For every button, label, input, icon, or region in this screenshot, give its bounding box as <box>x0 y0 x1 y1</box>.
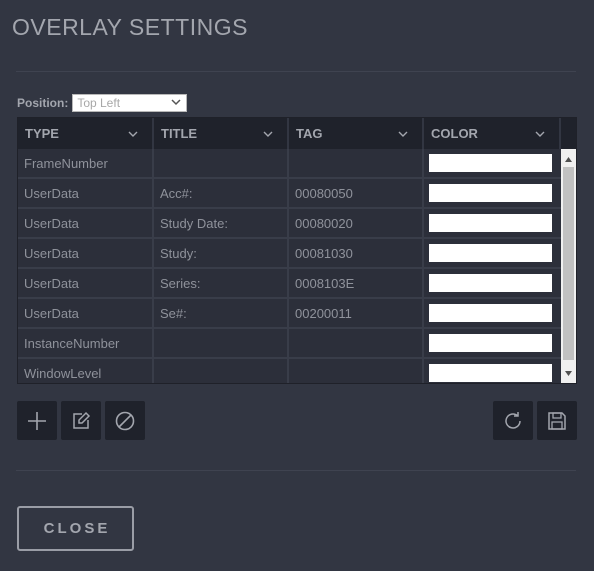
title-cell: Se#: <box>154 299 289 327</box>
chevron-down-icon[interactable] <box>263 129 273 139</box>
plus-icon <box>28 411 46 430</box>
color-cell <box>424 359 561 383</box>
table-row[interactable]: UserData Series: 0008103E <box>18 269 561 299</box>
tag-cell: 0008103E <box>289 269 424 297</box>
close-button[interactable]: CLOSE <box>17 506 134 551</box>
tag-cell: 00200011 <box>289 299 424 327</box>
title-cell <box>154 329 289 357</box>
tag-cell <box>289 329 424 357</box>
add-button[interactable] <box>17 401 57 440</box>
caret-up-icon <box>565 156 572 162</box>
color-swatch[interactable] <box>429 214 552 232</box>
title-cell: Study: <box>154 239 289 267</box>
position-select-value: Top Left <box>77 96 121 110</box>
tag-cell: 00080020 <box>289 209 424 237</box>
color-swatch[interactable] <box>429 334 552 352</box>
title-cell: Series: <box>154 269 289 297</box>
bottom-divider <box>16 470 576 471</box>
disable-icon <box>115 411 135 430</box>
tag-cell: 00080050 <box>289 179 424 207</box>
disable-button[interactable] <box>105 401 145 440</box>
edit-icon <box>73 411 91 429</box>
column-header-type[interactable]: TYPE <box>18 118 154 149</box>
chevron-down-icon[interactable] <box>398 129 408 139</box>
title-cell: Acc#: <box>154 179 289 207</box>
column-header-label: TAG <box>296 126 323 141</box>
table-row[interactable]: InstanceNumber <box>18 329 561 359</box>
tag-cell <box>289 149 424 177</box>
edit-button[interactable] <box>61 401 101 440</box>
column-header-color[interactable]: COLOR <box>424 118 561 149</box>
color-cell <box>424 209 561 237</box>
chevron-down-icon <box>171 99 181 106</box>
type-cell: UserData <box>18 299 154 327</box>
column-header-label: TITLE <box>161 126 198 141</box>
type-cell: UserData <box>18 269 154 297</box>
color-cell <box>424 269 561 297</box>
position-select[interactable]: Top Left <box>72 94 188 112</box>
type-cell: InstanceNumber <box>18 329 154 357</box>
type-cell: UserData <box>18 209 154 237</box>
color-swatch[interactable] <box>429 154 552 172</box>
chevron-down-icon[interactable] <box>535 129 545 139</box>
color-cell <box>424 329 561 357</box>
overlay-grid: TYPE TITLE TAG COLOR FrameNumber UserDat… <box>17 117 577 384</box>
table-row[interactable]: UserData Study: 00081030 <box>18 239 561 269</box>
color-cell <box>424 239 561 267</box>
column-header-tag[interactable]: TAG <box>289 118 424 149</box>
type-cell: FrameNumber <box>18 149 154 177</box>
refresh-button[interactable] <box>493 401 533 440</box>
chevron-down-icon[interactable] <box>128 129 138 139</box>
color-swatch[interactable] <box>429 364 552 382</box>
save-button[interactable] <box>537 401 577 440</box>
dialog-title: OVERLAY SETTINGS <box>12 14 248 40</box>
scroll-thumb[interactable] <box>563 167 574 360</box>
top-divider <box>16 71 576 72</box>
tag-cell: 00081030 <box>289 239 424 267</box>
title-cell <box>154 359 289 383</box>
color-swatch[interactable] <box>429 274 552 292</box>
color-swatch[interactable] <box>429 244 552 262</box>
color-cell <box>424 149 561 177</box>
save-icon <box>548 411 566 430</box>
scroll-up-arrow[interactable] <box>561 152 576 166</box>
table-row[interactable]: WindowLevel <box>18 359 561 383</box>
table-row[interactable]: FrameNumber <box>18 149 561 179</box>
column-header-label: TYPE <box>25 126 59 141</box>
color-cell <box>424 299 561 327</box>
caret-down-icon <box>565 370 572 376</box>
color-cell <box>424 179 561 207</box>
refresh-icon <box>505 411 521 429</box>
scroll-down-arrow[interactable] <box>561 366 576 380</box>
type-cell: UserData <box>18 239 154 267</box>
position-row: Position: Top Left <box>17 94 188 112</box>
table-row[interactable]: UserData Acc#: 00080050 <box>18 179 561 209</box>
header-spacer <box>561 118 576 149</box>
table-row[interactable]: UserData Study Date: 00080020 <box>18 209 561 239</box>
title-cell: Study Date: <box>154 209 289 237</box>
column-header-title[interactable]: TITLE <box>154 118 289 149</box>
type-cell: WindowLevel <box>18 359 154 383</box>
position-label: Position: <box>17 96 69 110</box>
color-swatch[interactable] <box>429 304 552 322</box>
type-cell: UserData <box>18 179 154 207</box>
grid-scrollbar[interactable] <box>561 149 576 383</box>
tag-cell <box>289 359 424 383</box>
title-cell <box>154 149 289 177</box>
color-swatch[interactable] <box>429 184 552 202</box>
table-row[interactable]: UserData Se#: 00200011 <box>18 299 561 329</box>
grid-body: FrameNumber UserData Acc#: 00080050 User… <box>18 149 561 383</box>
grid-header: TYPE TITLE TAG COLOR <box>18 118 576 149</box>
column-header-label: COLOR <box>431 126 478 141</box>
